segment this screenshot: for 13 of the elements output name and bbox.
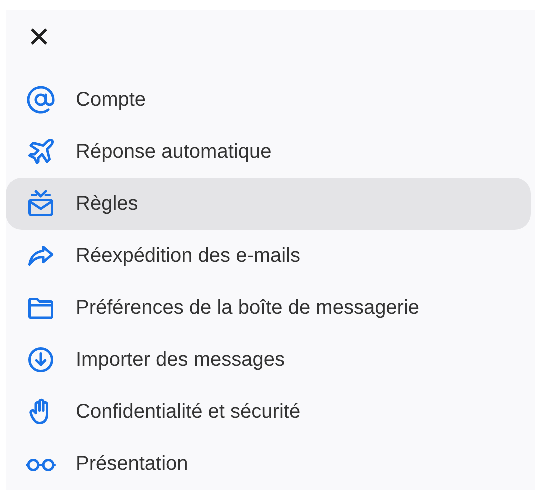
menu-item[interactable]: Importer des messages (6, 334, 531, 386)
menu-item[interactable]: Réponse automatique (6, 126, 531, 178)
menu-item[interactable]: Confidentialité et sécurité (6, 386, 531, 438)
menu-item[interactable]: Compte (6, 74, 531, 126)
menu-item[interactable]: Préférences de la boîte de messagerie (6, 282, 531, 334)
at-icon (26, 85, 56, 115)
envelope-arrows-icon (26, 189, 56, 219)
menu-item[interactable]: Présentation (6, 438, 531, 490)
menu-item[interactable]: Réexpédition des e-mails (6, 230, 531, 282)
airplane-icon (26, 137, 56, 167)
menu-item[interactable]: Règles (6, 178, 531, 230)
download-circle-icon (26, 345, 56, 375)
close-button[interactable]: ✕ (24, 24, 54, 52)
